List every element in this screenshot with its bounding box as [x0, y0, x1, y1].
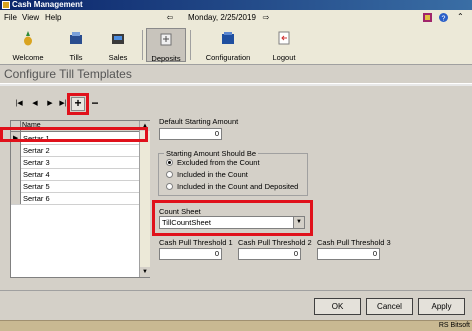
- ok-button[interactable]: OK: [314, 298, 361, 315]
- row-name: Sertar 3: [23, 158, 50, 167]
- threshold-1-field[interactable]: 0: [159, 248, 222, 260]
- highlight-selected-row: [0, 127, 148, 142]
- toolbar-logout-label: Logout: [272, 53, 296, 62]
- toolbar-tills-label: Tills: [69, 53, 83, 62]
- pineapple-icon: [24, 31, 32, 46]
- menu-file[interactable]: File: [4, 13, 17, 22]
- row-indicator: [11, 180, 21, 192]
- toolbar-separator: [190, 30, 191, 60]
- row-indicator: [11, 156, 21, 168]
- toolbar-configuration-button[interactable]: Configuration: [198, 28, 258, 62]
- window-title: Cash Management: [12, 0, 83, 9]
- templates-grid[interactable]: Name ▶ Sertar 1 Sertar 2 Sertar 3 Sertar…: [10, 120, 150, 278]
- row-name: Sertar 5: [23, 182, 50, 191]
- logout-icon: [278, 31, 290, 45]
- till-icon: [70, 32, 82, 44]
- register-icon: [112, 34, 124, 44]
- menu-view[interactable]: View: [22, 13, 39, 22]
- radio-included-deposited-label: Included in the Count and Deposited: [177, 182, 299, 191]
- toolbar-sales-label: Sales: [108, 53, 128, 62]
- menu-help[interactable]: Help: [45, 13, 61, 22]
- footer-divider: [0, 290, 472, 291]
- window-titlebar: Cash Management: [0, 0, 472, 10]
- current-date: Monday, 2/25/2019: [188, 13, 256, 22]
- radio-excluded-label: Excluded from the Count: [177, 158, 260, 167]
- header-divider: [0, 83, 472, 86]
- table-row[interactable]: Sertar 6: [11, 192, 139, 205]
- status-text: RS Bitsoft: [438, 322, 470, 329]
- status-bar: RS Bitsoft: [0, 320, 472, 331]
- default-starting-amount-label: Default Starting Amount: [159, 117, 239, 126]
- radio-included[interactable]: [166, 171, 173, 178]
- help-icon[interactable]: ?: [438, 12, 449, 23]
- row-indicator: [11, 144, 21, 156]
- highlight-count-sheet: [152, 200, 313, 236]
- toolbar-separator: [142, 30, 143, 60]
- row-name: Sertar 4: [23, 170, 50, 179]
- radio-excluded[interactable]: [166, 159, 173, 166]
- grid-scrollbar[interactable]: ▲ ▼: [139, 121, 150, 277]
- threshold-2-field[interactable]: 0: [238, 248, 301, 260]
- svg-text:?: ?: [442, 16, 446, 23]
- highlight-add-button: [67, 93, 89, 115]
- radio-included-label: Included in the Count: [177, 170, 248, 179]
- row-name: Sertar 6: [23, 194, 50, 203]
- scroll-down-icon[interactable]: ▼: [140, 267, 150, 277]
- collapse-icon[interactable]: ⌃: [457, 12, 464, 21]
- tags-icon[interactable]: [422, 12, 433, 23]
- toolbar-logout-button[interactable]: Logout: [266, 28, 302, 62]
- row-indicator: [11, 168, 21, 180]
- toolbar: Welcome Tills Sales Deposits Configurati…: [0, 26, 472, 65]
- threshold-3-field[interactable]: 0: [317, 248, 380, 260]
- date-next-icon[interactable]: ⇨: [260, 13, 272, 22]
- toolbar-tills-button[interactable]: Tills: [60, 28, 92, 62]
- remove-record-button[interactable]: −: [88, 97, 102, 111]
- cancel-button[interactable]: Cancel: [366, 298, 413, 315]
- toolbar-deposits-label: Deposits: [151, 54, 181, 63]
- toolbar-deposits-button[interactable]: Deposits: [146, 28, 186, 63]
- nav-prev-button[interactable]: ◀: [28, 97, 42, 111]
- toolbar-welcome-button[interactable]: Welcome: [8, 28, 48, 62]
- toolbar-sales-button[interactable]: Sales: [102, 28, 134, 62]
- row-name: Sertar 2: [23, 146, 50, 155]
- toolbar-welcome-label: Welcome: [12, 53, 44, 62]
- toolbar-configuration-label: Configuration: [205, 53, 251, 62]
- apply-button[interactable]: Apply: [418, 298, 465, 315]
- starting-amount-group-label: Starting Amount Should Be: [164, 149, 259, 158]
- threshold-2-label: Cash Pull Threshold 2: [238, 238, 312, 247]
- threshold-1-label: Cash Pull Threshold 1: [159, 238, 233, 247]
- radio-included-deposited[interactable]: [166, 183, 173, 190]
- date-prev-icon[interactable]: ⇦: [164, 13, 176, 22]
- app-icon: [2, 1, 10, 9]
- deposit-icon: [160, 33, 172, 46]
- default-starting-amount-field[interactable]: 0: [159, 128, 222, 140]
- row-indicator: [11, 192, 21, 204]
- nav-first-button[interactable]: |◀: [12, 97, 26, 111]
- page-title: Configure Till Templates: [4, 67, 132, 81]
- menu-bar: File View Help ⇦ Monday, 2/25/2019 ⇨ ? ⌃: [0, 10, 472, 27]
- config-icon: [222, 32, 234, 44]
- threshold-3-label: Cash Pull Threshold 3: [317, 238, 391, 247]
- nav-next-button[interactable]: ▶: [43, 97, 57, 111]
